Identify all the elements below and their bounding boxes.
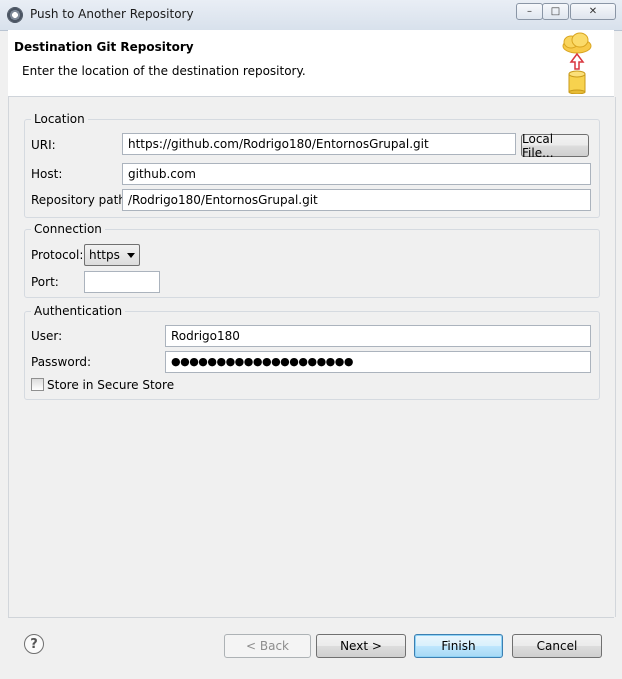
authentication-legend: Authentication [34, 304, 123, 318]
host-label: Host: [31, 167, 63, 181]
maximize-icon: □ [550, 6, 561, 17]
help-icon: ? [30, 636, 38, 652]
connection-legend: Connection [34, 222, 102, 236]
minimize-button[interactable]: – [516, 3, 543, 20]
protocol-label: Protocol: [31, 248, 84, 262]
finish-button[interactable]: Finish [414, 634, 503, 658]
uri-field[interactable]: https://github.com/Rodrigo180/EntornosGr… [122, 133, 516, 155]
next-button[interactable]: Next > [316, 634, 406, 658]
page-title: Destination Git Repository [14, 40, 194, 54]
eclipse-app-icon [7, 7, 23, 23]
protocol-select[interactable]: https [84, 244, 140, 266]
password-field[interactable]: ●●●●●●●●●●●●●●●●●●●● [165, 351, 591, 373]
user-field[interactable]: Rodrigo180 [165, 325, 591, 347]
back-button[interactable]: < Back [224, 634, 311, 658]
cancel-button[interactable]: Cancel [512, 634, 602, 658]
minimize-icon: – [527, 6, 532, 17]
close-window-button[interactable]: ✕ [570, 3, 616, 20]
local-file-button[interactable]: Local File... [521, 132, 589, 160]
uri-label: URI: [31, 138, 56, 152]
maximize-button[interactable]: □ [542, 3, 569, 20]
password-label: Password: [31, 355, 92, 369]
protocol-value: https [89, 248, 120, 262]
port-field[interactable] [84, 271, 160, 293]
footer-divider [8, 617, 614, 618]
port-label: Port: [31, 275, 59, 289]
dropdown-arrow-icon [127, 253, 135, 258]
location-legend: Location [34, 112, 85, 126]
window-title: Push to Another Repository [30, 7, 194, 21]
repository-path-field[interactable]: /Rodrigo180/EntornosGrupal.git [122, 189, 591, 211]
page-description: Enter the location of the destination re… [22, 64, 306, 78]
user-label: User: [31, 329, 63, 343]
help-button[interactable]: ? [24, 634, 44, 654]
repository-path-label: Repository path: [31, 193, 130, 207]
close-icon: ✕ [588, 6, 598, 17]
store-secure-checkbox[interactable] [31, 378, 44, 391]
host-field[interactable]: github.com [122, 163, 591, 185]
store-secure-label[interactable]: Store in Secure Store [47, 378, 174, 392]
cloud-push-repository-icon [562, 32, 592, 94]
